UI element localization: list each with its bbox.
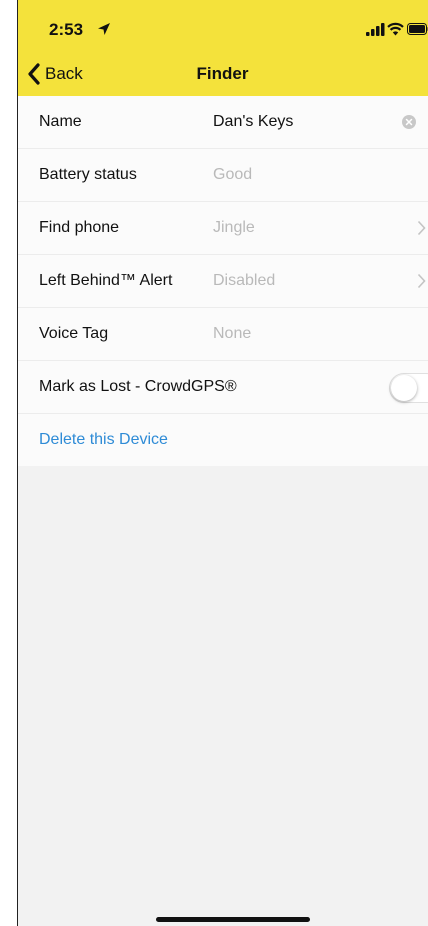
device-edge <box>17 0 18 926</box>
left-behind-alert-value: Disabled <box>213 272 276 289</box>
voice-tag-row[interactable]: Voice Tag None <box>17 308 428 361</box>
clear-text-icon[interactable] <box>402 115 416 129</box>
mark-as-lost-label: Mark as Lost - CrowdGPS® <box>39 378 237 395</box>
find-phone-row[interactable]: Find phone Jingle <box>17 202 428 255</box>
delete-device-button[interactable]: Delete this Device <box>39 431 168 449</box>
battery-status-value: Good <box>213 166 253 183</box>
phone-frame: 2:53 Back Finder Name Dan's Keys Battery… <box>0 0 428 926</box>
mark-as-lost-row: Mark as Lost - CrowdGPS® <box>17 361 428 414</box>
cellular-signal-icon <box>366 23 385 36</box>
voice-tag-label: Voice Tag <box>39 325 109 342</box>
navigation-bar: Back Finder <box>17 52 428 96</box>
left-behind-alert-row[interactable]: Left Behind™ Alert Disabled <box>17 255 428 308</box>
wifi-icon <box>387 22 404 36</box>
location-arrow-icon <box>98 23 110 35</box>
header: 2:53 Back Finder <box>17 0 428 96</box>
settings-list: Name Dan's Keys Battery status Good Find… <box>17 96 428 466</box>
find-phone-label: Find phone <box>39 219 120 236</box>
find-phone-value: Jingle <box>213 219 255 236</box>
home-indicator[interactable] <box>156 917 310 922</box>
page-title: Finder <box>196 64 249 83</box>
app-screen: 2:53 Back Finder Name Dan's Keys Battery… <box>17 0 428 926</box>
name-label: Name <box>39 113 82 130</box>
battery-icon <box>407 23 428 35</box>
toggle-knob <box>391 375 417 401</box>
mark-as-lost-toggle[interactable] <box>389 373 428 403</box>
name-row: Name Dan's Keys <box>17 96 428 149</box>
status-bar: 2:53 <box>17 0 428 52</box>
battery-status-label: Battery status <box>39 166 137 183</box>
status-time: 2:53 <box>49 20 84 39</box>
left-behind-alert-label: Left Behind™ Alert <box>39 272 173 289</box>
delete-row: Delete this Device <box>17 414 428 466</box>
voice-tag-value: None <box>213 325 252 342</box>
chevron-right-icon <box>417 220 426 236</box>
battery-status-row: Battery status Good <box>17 149 428 202</box>
name-field[interactable]: Dan's Keys <box>213 113 293 131</box>
chevron-right-icon <box>417 273 426 289</box>
